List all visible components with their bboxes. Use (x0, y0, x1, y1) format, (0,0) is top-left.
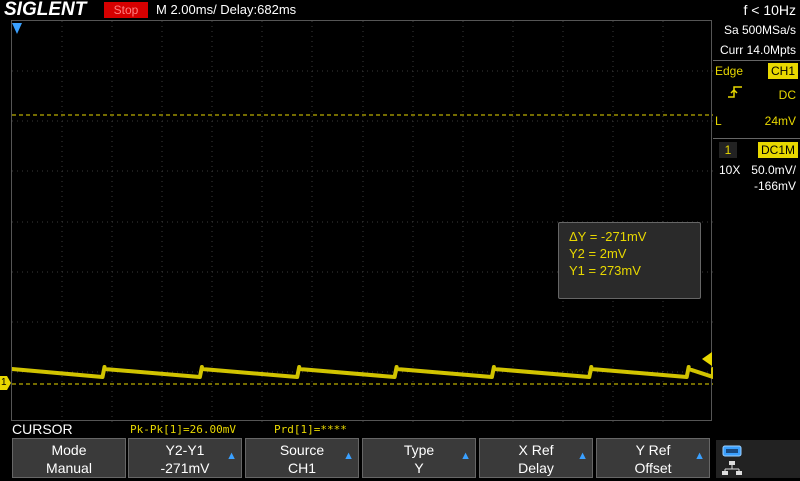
channel1-offset-marker[interactable]: 1 (0, 376, 11, 390)
softkey-value: Offset (634, 460, 672, 476)
softkey-label: Type (403, 442, 435, 458)
trigger-level-label: L (715, 114, 722, 128)
softkey-mode[interactable]: Mode Manual (12, 438, 126, 478)
trigger-type: Edge (715, 64, 744, 78)
adjust-up-icon: ▲ (226, 450, 237, 462)
softkey-source[interactable]: Source CH1 ▲ (245, 438, 359, 478)
softkey-label: Y Ref (635, 442, 671, 458)
channel1-panel[interactable]: 1 DC1M 10X 50.0mV/ -166mV (713, 140, 800, 196)
softkey-y2-y1[interactable]: Y2-Y1 -271mV ▲ (128, 438, 242, 478)
softkey-label: Mode (51, 442, 87, 458)
channel1-coupling: DC1M (757, 142, 798, 158)
cursor-delta-y: ΔY = -271mV (569, 229, 647, 244)
pkpk-measurement: Pk-Pk[1]=26.00mV (130, 423, 236, 436)
softkey-value: CH1 (287, 460, 316, 476)
trigger-level-marker[interactable] (702, 352, 712, 371)
adjust-up-icon: ▲ (694, 450, 705, 462)
cursor-readout-box: ΔY = -271mV Y2 = 2mV Y1 = 273mV (558, 222, 701, 299)
softkey-label: X Ref (518, 442, 554, 458)
period-measurement: Prd[1]=**** (274, 423, 347, 436)
menu-title: CURSOR (12, 421, 73, 437)
rising-edge-icon (727, 85, 743, 105)
memory-depth: Curr 14.0Mpts (719, 43, 796, 57)
trigger-panel[interactable]: Edge CH1 DC L 24mV (713, 61, 800, 136)
brand-logo: SIGLENT (4, 0, 87, 20)
softkey-value: Manual (46, 460, 92, 476)
cursor-y1-value: Y1 = 273mV (569, 263, 641, 278)
trigger-coupling: DC (778, 88, 796, 102)
softkey-label: Source (279, 442, 325, 458)
softkey-value: Delay (518, 460, 554, 476)
adjust-up-icon: ▲ (577, 450, 588, 462)
run-stop-status[interactable]: Stop (104, 2, 148, 18)
timebase-readout: M 2.00ms/ Delay:682ms (156, 2, 297, 17)
waveform-display[interactable] (10, 20, 715, 422)
trigger-position-marker[interactable] (12, 22, 22, 40)
softkey-type[interactable]: Type Y ▲ (362, 438, 476, 478)
channel1-offset-label: 1 (1, 377, 7, 388)
softkey-value: -271mV (160, 460, 210, 476)
channel1-offset: -166mV (753, 179, 796, 193)
sample-rate: Sa 500MSa/s (723, 23, 796, 37)
softkey-label: Y2-Y1 (165, 442, 205, 458)
cursor-y2-value: Y2 = 2mV (569, 246, 627, 261)
frequency-counter: f < 10Hz (743, 2, 796, 18)
status-icons (716, 440, 800, 478)
softkey-y-ref[interactable]: Y Ref Offset ▲ (596, 438, 710, 478)
softkey-value: Y (414, 460, 424, 476)
channel1-number: 1 (719, 142, 737, 158)
trigger-source: CH1 (767, 63, 798, 79)
adjust-up-icon: ▲ (343, 450, 354, 462)
adjust-up-icon: ▲ (460, 450, 471, 462)
trigger-level: 24mV (764, 114, 796, 128)
softkey-x-ref[interactable]: X Ref Delay ▲ (479, 438, 593, 478)
network-icon (722, 460, 742, 481)
